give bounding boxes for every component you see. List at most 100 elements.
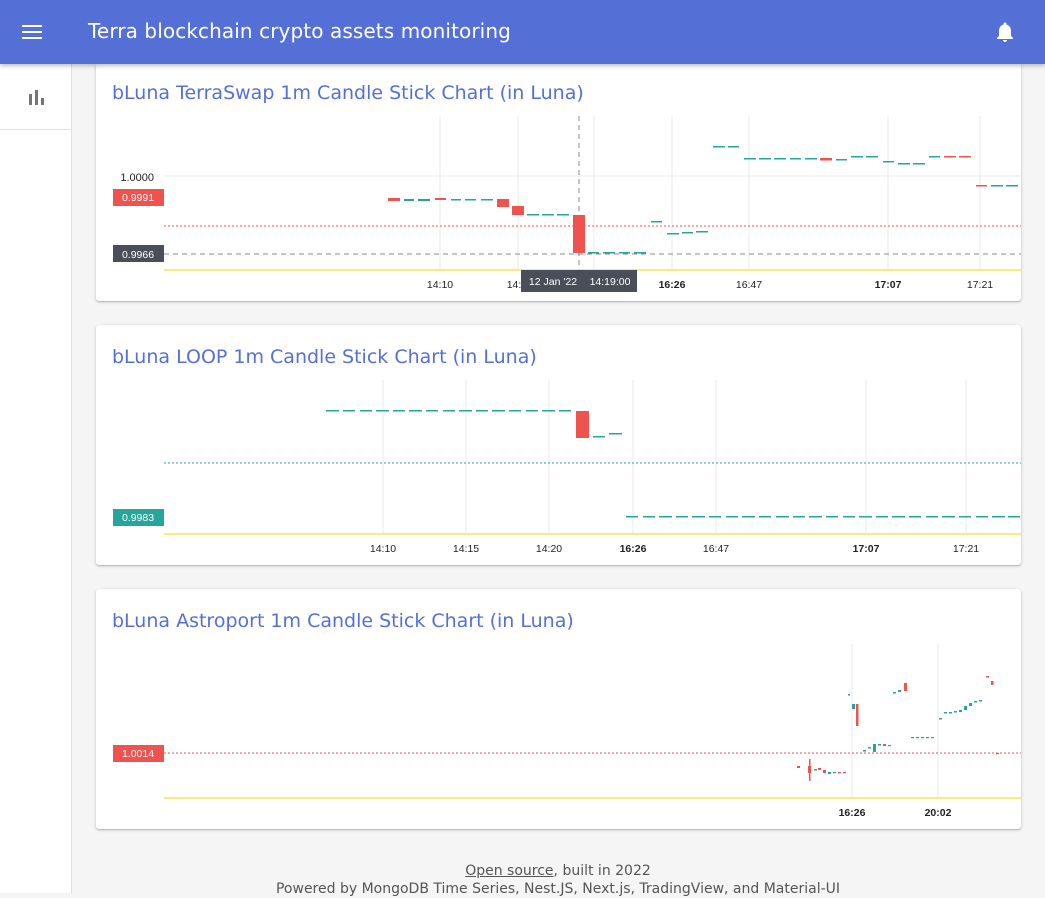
candle bbox=[942, 516, 955, 518]
candle bbox=[939, 718, 942, 720]
candle bbox=[435, 198, 446, 200]
candle bbox=[790, 158, 801, 160]
candle bbox=[376, 410, 389, 412]
notifications-button[interactable] bbox=[993, 20, 1017, 44]
menu-button[interactable] bbox=[16, 16, 48, 48]
candle bbox=[443, 410, 455, 412]
candle bbox=[911, 737, 914, 739]
candle bbox=[809, 516, 822, 518]
candle bbox=[426, 410, 438, 412]
time-tick: 16:26 bbox=[839, 807, 866, 819]
candle bbox=[986, 676, 989, 678]
candle bbox=[360, 410, 372, 412]
candle bbox=[959, 516, 971, 518]
candle bbox=[559, 410, 571, 412]
time-tick: 14:15 bbox=[453, 543, 479, 555]
candle bbox=[542, 410, 555, 412]
candle bbox=[776, 516, 789, 518]
time-tick: 16:26 bbox=[620, 543, 647, 555]
candle bbox=[512, 206, 524, 215]
candle bbox=[343, 410, 355, 412]
candle bbox=[909, 516, 921, 518]
candle bbox=[820, 158, 832, 161]
candle bbox=[979, 700, 982, 702]
candle bbox=[926, 737, 929, 739]
footer-line-1: Open source, built in 2022 bbox=[71, 862, 1045, 880]
candles bbox=[797, 676, 999, 781]
candle bbox=[465, 199, 476, 201]
time-tick: 16:47 bbox=[703, 543, 729, 555]
candle bbox=[774, 158, 786, 160]
candlestick-chart-terraswap[interactable]: 1.0000 0.9991 0.9966 14:10 14: 16:26 16:… bbox=[96, 63, 1021, 301]
candle bbox=[742, 516, 755, 518]
candle bbox=[634, 252, 646, 254]
time-tick: 14: bbox=[507, 279, 522, 291]
candle bbox=[851, 156, 863, 158]
candle bbox=[726, 516, 738, 518]
price-label-crosshair: 0.9966 bbox=[113, 245, 164, 262]
candle bbox=[944, 712, 947, 714]
candle bbox=[709, 516, 721, 518]
candle bbox=[904, 683, 907, 691]
candle bbox=[969, 703, 972, 706]
candle bbox=[996, 753, 999, 755]
open-source-link[interactable]: Open source bbox=[465, 863, 553, 879]
candle bbox=[797, 766, 800, 768]
candle bbox=[492, 410, 505, 412]
candle bbox=[404, 199, 414, 201]
candle bbox=[826, 516, 838, 518]
candle bbox=[991, 185, 1003, 187]
footer-built-text: , built in 2022 bbox=[553, 863, 651, 879]
candles bbox=[326, 410, 1020, 518]
price-label-up-text: 0.9983 bbox=[122, 512, 154, 524]
crosshair-time: 14:19:00 bbox=[590, 276, 631, 288]
candle bbox=[888, 745, 891, 747]
candlestick-chart-loop[interactable]: 0.9983 14:10 14:15 14:20 16:26 16:47 17:… bbox=[96, 325, 1021, 565]
candle bbox=[974, 701, 977, 703]
candlestick-chart-astroport[interactable]: 1.0014 16:26 20:02 bbox=[96, 589, 1021, 829]
candle bbox=[868, 747, 871, 749]
candle bbox=[818, 768, 821, 770]
candle bbox=[959, 710, 962, 712]
candle bbox=[451, 199, 461, 201]
bell-icon bbox=[997, 22, 1013, 42]
candle bbox=[954, 711, 957, 713]
candle bbox=[676, 516, 688, 518]
candle bbox=[626, 516, 638, 518]
candle bbox=[944, 156, 956, 158]
candle bbox=[828, 772, 831, 774]
time-tick: 16:47 bbox=[736, 279, 762, 291]
app-title: Terra blockchain crypto assets monitorin… bbox=[88, 19, 511, 43]
candle bbox=[863, 750, 866, 752]
candle bbox=[713, 146, 725, 148]
sidebar-item-charts[interactable] bbox=[0, 64, 71, 130]
candle bbox=[588, 252, 599, 254]
candle bbox=[931, 737, 934, 739]
candle bbox=[976, 516, 988, 518]
candle bbox=[326, 410, 339, 412]
candle bbox=[542, 214, 554, 216]
candle bbox=[526, 410, 538, 412]
candle bbox=[509, 410, 521, 412]
time-tick: 20:02 bbox=[925, 807, 952, 819]
candle bbox=[573, 215, 585, 253]
time-tick: 17:07 bbox=[875, 279, 902, 291]
candle bbox=[873, 744, 876, 752]
candle bbox=[728, 146, 739, 148]
candle bbox=[859, 516, 872, 518]
candle bbox=[619, 252, 630, 254]
candle bbox=[476, 410, 488, 412]
candle bbox=[843, 772, 846, 774]
price-label-down-text: 0.9991 bbox=[122, 192, 154, 204]
candle bbox=[898, 690, 901, 692]
candle bbox=[921, 737, 924, 739]
candles bbox=[388, 146, 1018, 254]
candle bbox=[959, 156, 971, 158]
candle bbox=[843, 516, 855, 518]
candle bbox=[418, 199, 430, 201]
candle bbox=[651, 221, 662, 223]
candle bbox=[836, 159, 847, 161]
candle bbox=[893, 692, 896, 694]
time-axis: 14:10 14: 16:26 16:47 17:07 17:21 bbox=[427, 279, 993, 291]
candle bbox=[593, 436, 605, 438]
